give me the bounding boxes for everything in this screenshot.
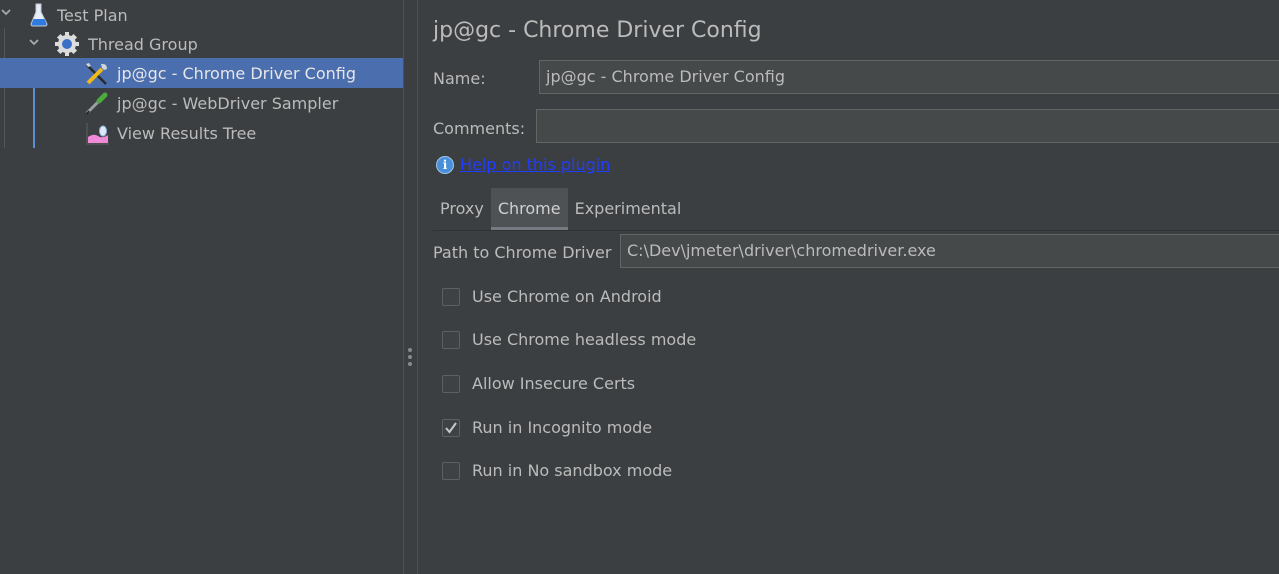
info-icon: i [436, 155, 454, 174]
help-link[interactable]: Help on this plugin [460, 155, 610, 174]
test-plan-tree: Test Plan Thread Group jp@gc - Chrome Dr… [0, 0, 404, 574]
checkbox-label: Use Chrome on Android [472, 287, 662, 306]
checkbox-headless[interactable] [442, 330, 460, 349]
flask-icon [27, 2, 51, 27]
page-title: jp@gc - Chrome Driver Config [433, 18, 762, 43]
checkbox-row-no-sandbox[interactable]: Run in No sandbox mode [442, 461, 672, 480]
tab-chrome[interactable]: Chrome [490, 188, 568, 230]
comments-label: Comments: [433, 119, 526, 138]
checkbox-row-insecure-certs[interactable]: Allow Insecure Certs [442, 374, 635, 393]
chevron-down-icon[interactable] [28, 36, 42, 50]
checkbox-row-android[interactable]: Use Chrome on Android [442, 287, 662, 306]
checkbox-label: Run in No sandbox mode [472, 461, 673, 480]
tree-item-test-plan[interactable]: Test Plan [0, 0, 403, 30]
tree-item-view-results-tree[interactable]: View Results Tree [0, 118, 403, 148]
config-tabs: Proxy Chrome Experimental [433, 188, 1279, 231]
checkbox-label: Allow Insecure Certs [472, 374, 636, 393]
name-label: Name: [433, 69, 486, 88]
path-label: Path to Chrome Driver [433, 243, 612, 262]
tab-proxy[interactable]: Proxy [433, 188, 491, 230]
tree-item-label: Test Plan [57, 5, 128, 25]
checkbox-label: Run in Incognito mode [472, 418, 653, 437]
panel-splitter[interactable] [404, 0, 418, 574]
tree-item-thread-group[interactable]: Thread Group [0, 29, 403, 59]
tree-item-label: jp@gc - WebDriver Sampler [117, 93, 339, 113]
checkmark-icon [445, 421, 457, 434]
splitter-grip-icon[interactable] [408, 348, 413, 369]
tab-experimental[interactable]: Experimental [568, 188, 689, 230]
tools-icon [84, 61, 108, 85]
results-tree-icon [86, 121, 110, 145]
chrome-driver-path-field[interactable]: C:\Dev\jmeter\driver\chromedriver.exe [620, 234, 1279, 268]
tree-item-label: View Results Tree [117, 123, 257, 143]
chevron-down-icon[interactable] [0, 6, 14, 20]
checkbox-row-headless[interactable]: Use Chrome headless mode [442, 330, 696, 349]
pipette-icon [84, 90, 108, 115]
tree-item-webdriver-sampler[interactable]: jp@gc - WebDriver Sampler [0, 88, 403, 118]
checkbox-incognito[interactable] [442, 418, 460, 437]
gear-icon [54, 31, 79, 56]
tree-item-label: jp@gc - Chrome Driver Config [117, 63, 356, 83]
config-editor: jp@gc - Chrome Driver Config Name: jp@gc… [418, 0, 1279, 574]
checkbox-no-sandbox[interactable] [442, 461, 460, 480]
checkbox-row-incognito[interactable]: Run in Incognito mode [442, 418, 652, 437]
tree-item-label: Thread Group [88, 34, 198, 54]
checkbox-insecure-certs[interactable] [442, 374, 460, 393]
name-field[interactable]: jp@gc - Chrome Driver Config [539, 60, 1279, 94]
tree-item-chrome-driver-config[interactable]: jp@gc - Chrome Driver Config [0, 58, 403, 88]
comments-field[interactable] [536, 109, 1279, 143]
help-row: i Help on this plugin [436, 155, 610, 174]
checkbox-android[interactable] [442, 287, 460, 306]
checkbox-label: Use Chrome headless mode [472, 330, 697, 349]
